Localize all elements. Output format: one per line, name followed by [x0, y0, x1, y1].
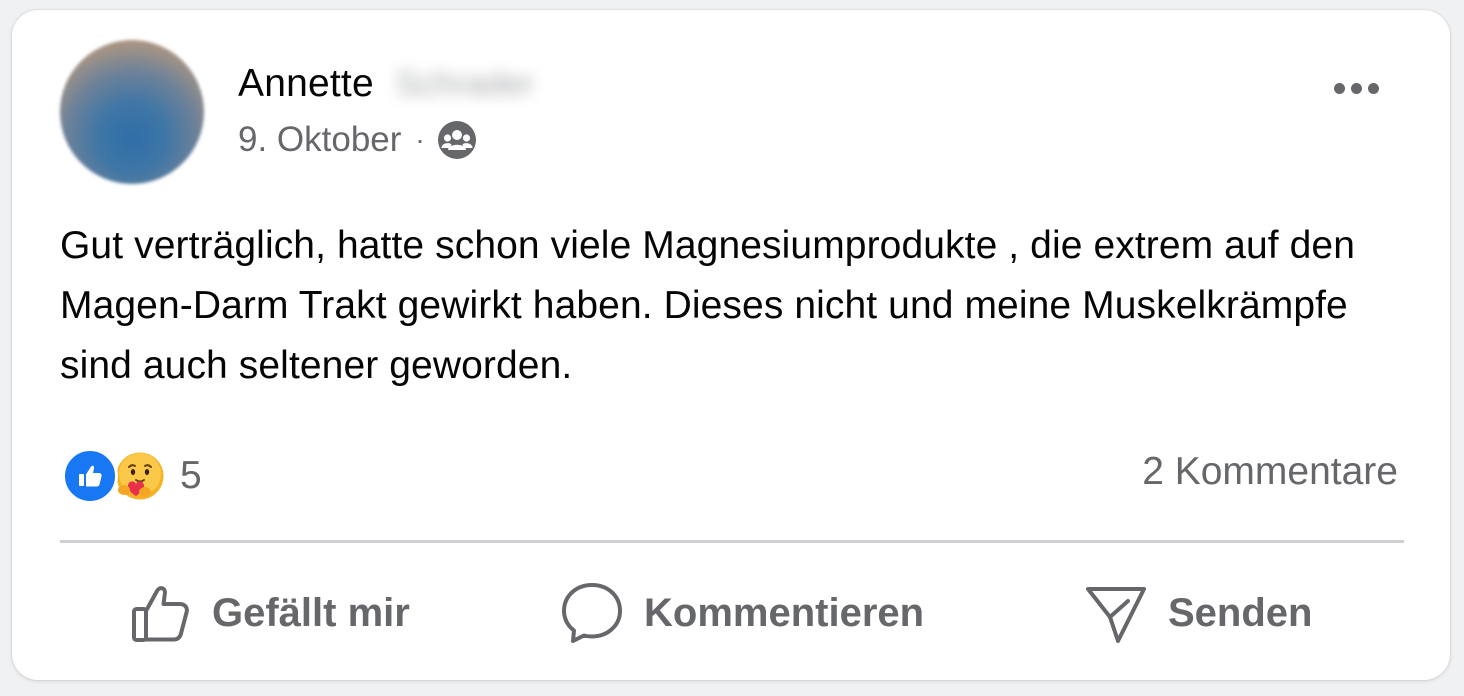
more-dot-icon [1367, 82, 1379, 94]
like-reaction-icon [62, 448, 118, 504]
thumbs-up-icon [130, 582, 192, 644]
post-date[interactable]: 9. Oktober [238, 120, 401, 160]
send-icon [1084, 581, 1148, 645]
divider [60, 540, 1404, 543]
post-card: Annette Schrader 9. Oktober · Gut verträ… [12, 10, 1450, 680]
comment-bubble-icon [560, 581, 624, 645]
post-meta: 9. Oktober · [238, 118, 477, 162]
meta-separator: · [415, 124, 425, 155]
author-first-name[interactable]: Annette [238, 62, 374, 106]
comment-button[interactable]: Kommentieren [560, 582, 924, 644]
group-icon [437, 120, 477, 160]
post-text: Gut verträglich, hatte schon viele Magne… [60, 224, 1355, 387]
author-name[interactable]: Annette Schrader [238, 60, 534, 108]
comments-count-link[interactable]: 2 Kommentare [1142, 450, 1398, 494]
author-last-name-blurred: Schrader [395, 64, 534, 103]
send-button[interactable]: Senden [1084, 582, 1312, 644]
care-reaction-icon [112, 448, 168, 504]
more-options-button[interactable] [1322, 68, 1390, 108]
more-dot-icon [1333, 82, 1345, 94]
like-button[interactable]: Gefällt mir [130, 582, 410, 644]
like-button-label: Gefällt mir [212, 590, 410, 635]
reaction-count: 5 [180, 454, 202, 497]
send-button-label: Senden [1168, 590, 1313, 635]
avatar[interactable] [60, 40, 204, 184]
comment-button-label: Kommentieren [644, 590, 925, 635]
more-dot-icon [1350, 82, 1362, 94]
reactions-summary[interactable]: 5 [62, 446, 202, 506]
